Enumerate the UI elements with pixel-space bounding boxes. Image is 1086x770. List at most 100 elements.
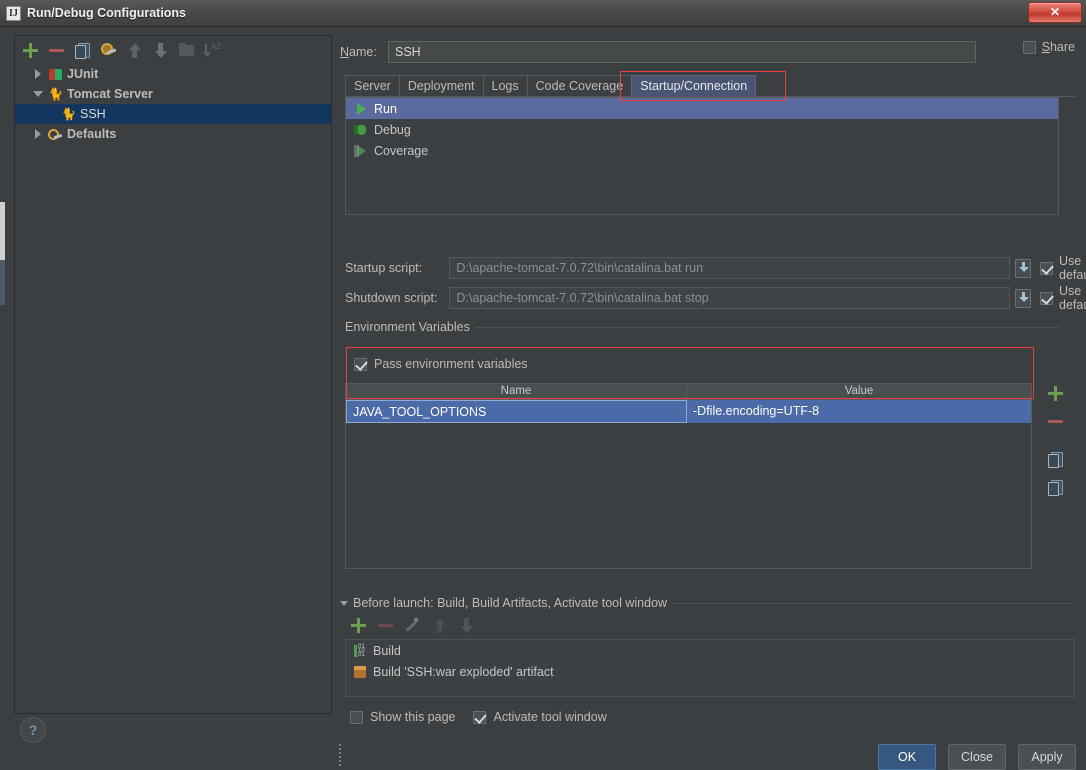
move-task-down-button[interactable] (458, 617, 473, 633)
shutdown-script-input[interactable]: D:\apache-tomcat-7.0.72\bin\catalina.bat… (449, 287, 1010, 309)
expand-arrow-icon[interactable] (33, 68, 45, 80)
before-launch-task-list[interactable]: Build Build 'SSH:war exploded' artifact (345, 639, 1075, 697)
tree-item-label: JUnit (67, 67, 99, 81)
activate-tool-window-label: Activate tool window (493, 710, 607, 724)
remove-task-button[interactable] (377, 617, 393, 632)
column-header-value[interactable]: Value (687, 384, 1031, 399)
ok-button[interactable]: OK (878, 744, 936, 770)
edit-task-button[interactable] (404, 617, 419, 632)
create-folder-button[interactable] (178, 42, 195, 59)
name-label: Name: (340, 45, 377, 59)
startup-use-default-label: Use default (1059, 254, 1086, 282)
chevron-down-icon[interactable] (340, 600, 348, 606)
startup-use-default-checkbox[interactable]: Use default (1040, 254, 1086, 282)
debug-icon (354, 123, 368, 137)
tree-item-defaults[interactable]: Defaults (15, 124, 331, 144)
left-scrollbar-thumb[interactable] (0, 202, 5, 260)
tree-item-label: Defaults (67, 127, 117, 141)
pass-env-label: Pass environment variables (374, 357, 528, 371)
close-window-button[interactable]: ✕ (1028, 2, 1082, 23)
edit-defaults-button[interactable] (100, 42, 117, 59)
copy-env-var-button[interactable] (1047, 451, 1067, 473)
move-down-button[interactable] (152, 42, 169, 59)
env-var-name-cell[interactable]: JAVA_TOOL_OPTIONS (346, 400, 687, 423)
configuration-editor-panel: Name: Share Server Deployment Logs Code … (339, 35, 1086, 766)
startup-script-input[interactable]: D:\apache-tomcat-7.0.72\bin\catalina.bat… (449, 257, 1010, 279)
run-mode-run[interactable]: Run (346, 98, 1058, 119)
sort-configurations-button[interactable]: AZ (203, 42, 221, 59)
tab-code-coverage[interactable]: Code Coverage (526, 75, 633, 97)
shutdown-script-insert-macro-button[interactable] (1014, 288, 1032, 308)
startup-script-row: Startup script: D:\apache-tomcat-7.0.72\… (345, 254, 1086, 282)
collapse-arrow-icon[interactable] (33, 88, 45, 100)
move-task-up-button[interactable] (431, 617, 446, 633)
name-input[interactable] (388, 41, 976, 63)
before-launch-title: Before launch: Build, Build Artifacts, A… (353, 596, 668, 610)
apply-button[interactable]: Apply (1018, 744, 1076, 770)
share-label: Share (1041, 40, 1075, 54)
add-env-var-button[interactable] (1047, 385, 1067, 407)
move-up-button[interactable] (126, 42, 143, 59)
share-checkbox[interactable]: Share (1022, 40, 1075, 54)
help-button[interactable]: ? (20, 717, 46, 743)
close-button[interactable]: Close (948, 744, 1006, 770)
shutdown-use-default-box[interactable] (1040, 291, 1054, 305)
show-this-page-box[interactable] (350, 710, 363, 724)
show-this-page-checkbox[interactable]: Show this page (350, 710, 455, 724)
task-label: Build 'SSH:war exploded' artifact (373, 664, 554, 679)
left-scrollbar-track[interactable] (0, 260, 5, 305)
activate-tool-window-checkbox[interactable]: Activate tool window (473, 710, 607, 724)
before-launch-header[interactable]: Before launch: Build, Build Artifacts, A… (340, 596, 674, 610)
startup-script-insert-macro-button[interactable] (1014, 258, 1032, 278)
artifact-icon (353, 665, 367, 679)
window-title: Run/Debug Configurations (27, 6, 187, 20)
paste-env-var-button[interactable] (1047, 479, 1067, 501)
shutdown-use-default-label: Use default (1059, 284, 1086, 312)
window-titlebar: IJ Run/Debug Configurations ✕ (0, 0, 1086, 27)
run-mode-debug[interactable]: Debug (346, 119, 1058, 140)
configurations-toolbar: AZ (15, 36, 331, 64)
defaults-icon (48, 127, 63, 142)
list-item[interactable]: Build 'SSH:war exploded' artifact (346, 661, 1074, 682)
activate-tool-window-box[interactable] (473, 710, 487, 724)
dialog-content: AZ JUnit 🐈 Tomcat Server 🐈 SSH Defaults (0, 27, 1086, 770)
environment-group-title: Environment Variables (345, 320, 476, 334)
run-mode-label: Debug (374, 122, 411, 137)
column-header-name[interactable]: Name (346, 384, 687, 399)
remove-configuration-button[interactable] (48, 42, 65, 59)
pass-environment-variables-checkbox[interactable]: Pass environment variables (354, 357, 528, 371)
run-mode-coverage[interactable]: Coverage (346, 140, 1058, 161)
environment-table-side-toolbar (1040, 383, 1074, 507)
run-mode-list[interactable]: Run Debug Coverage (345, 97, 1059, 215)
before-launch-options: Show this page Activate tool window (350, 710, 607, 724)
copy-configuration-button[interactable] (74, 42, 91, 59)
expand-arrow-icon[interactable] (33, 128, 45, 140)
tab-logs[interactable]: Logs (482, 75, 528, 97)
tab-server[interactable]: Server (345, 75, 400, 97)
name-row: Name: (340, 40, 1075, 64)
share-checkbox-box[interactable] (1022, 40, 1036, 54)
shutdown-use-default-checkbox[interactable]: Use default (1040, 284, 1086, 312)
tab-startup-connection[interactable]: Startup/Connection (631, 75, 757, 97)
startup-use-default-box[interactable] (1040, 261, 1054, 275)
tab-bar[interactable]: Server Deployment Logs Code Coverage Sta… (345, 73, 1075, 97)
remove-env-var-button[interactable] (1047, 413, 1067, 435)
tree-item-ssh[interactable]: 🐈 SSH (15, 104, 331, 124)
table-row[interactable]: JAVA_TOOL_OPTIONS -Dfile.encoding=UTF-8 (346, 400, 1031, 423)
configurations-tree[interactable]: JUnit 🐈 Tomcat Server 🐈 SSH Defaults (15, 64, 331, 713)
run-icon (354, 102, 368, 116)
env-var-value-cell[interactable]: -Dfile.encoding=UTF-8 (687, 400, 1031, 423)
table-splitter-handle[interactable] (337, 742, 343, 766)
tab-deployment[interactable]: Deployment (398, 75, 484, 97)
add-task-button[interactable] (350, 617, 366, 633)
app-icon: IJ (6, 5, 21, 21)
tree-item-tomcat-server[interactable]: 🐈 Tomcat Server (15, 84, 331, 104)
run-mode-label: Run (374, 101, 397, 116)
tree-item-junit[interactable]: JUnit (15, 64, 331, 84)
add-configuration-button[interactable] (22, 42, 39, 59)
environment-variables-table[interactable]: Name Value JAVA_TOOL_OPTIONS -Dfile.enco… (339, 383, 1032, 766)
tomcat-icon: 🐈 (48, 86, 63, 101)
task-label: Build (373, 643, 401, 658)
pass-env-box[interactable] (354, 357, 367, 371)
list-item[interactable]: Build (346, 640, 1074, 661)
